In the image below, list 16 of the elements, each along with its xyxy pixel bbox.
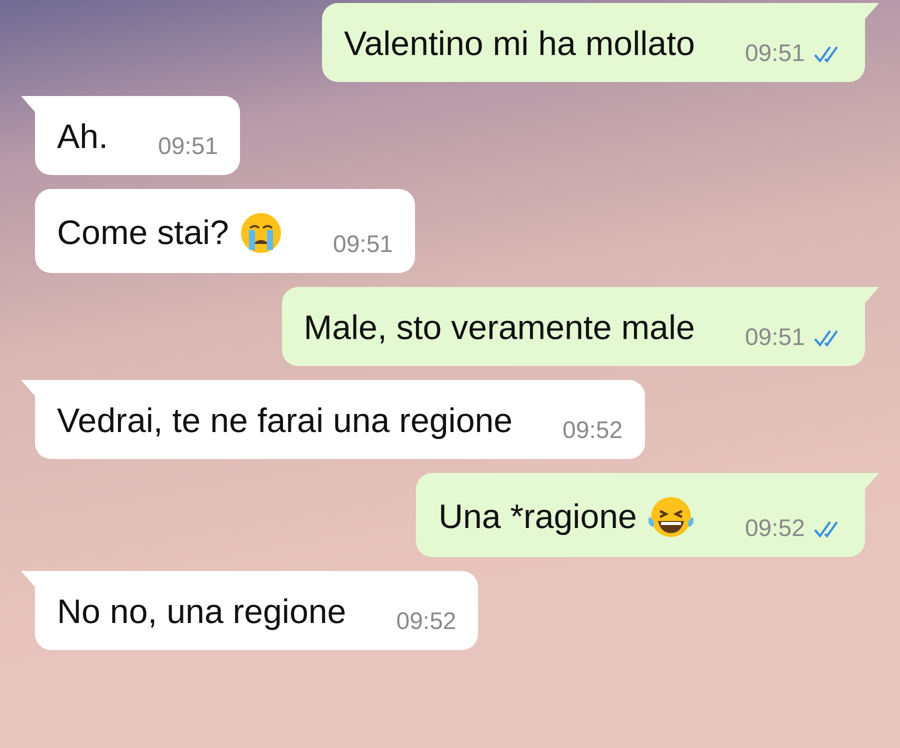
- message-text: Vedrai, te ne farai una regione: [57, 402, 513, 441]
- message-text: Valentino mi ha mollato: [344, 25, 695, 64]
- message-text: No no, una regione: [57, 593, 346, 632]
- message-time: 09:51: [744, 324, 805, 352]
- crying-face-icon: [238, 211, 283, 255]
- message-text: Male, sto veramente male: [304, 309, 695, 348]
- laughing-face-icon: [646, 495, 695, 539]
- message-time: 09:51: [744, 40, 805, 68]
- message-text: Una *ragione: [438, 498, 637, 536]
- message-text: Ah.: [57, 118, 108, 157]
- message-time: 09:52: [396, 608, 456, 636]
- message-text: Come stai?: [57, 214, 229, 252]
- message-time: 09:51: [158, 133, 218, 161]
- message-time: 09:51: [332, 231, 394, 259]
- message-time: 09:52: [744, 515, 805, 543]
- message-time: 09:52: [562, 417, 623, 445]
